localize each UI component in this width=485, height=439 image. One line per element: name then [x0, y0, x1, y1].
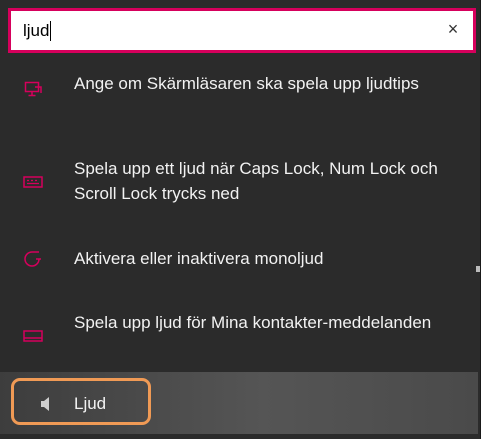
result-label: Spela upp ett ljud när Caps Lock, Num Lo…: [74, 159, 438, 203]
text-caret: [50, 20, 52, 41]
clear-search-button[interactable]: ×: [441, 17, 465, 41]
search-input-value: ljud: [23, 20, 50, 40]
result-item-sound[interactable]: Ljud: [0, 372, 478, 434]
speaker-icon: [34, 393, 56, 415]
result-label: Aktivera eller inaktivera monoljud: [74, 249, 324, 268]
ease-of-access-icon: [22, 247, 44, 269]
close-icon: ×: [447, 19, 459, 39]
search-box[interactable]: ljud ×: [8, 8, 476, 53]
search-results-list: Ange om Skärmläsaren ska spela upp ljudt…: [8, 53, 476, 372]
taskbar-icon: [22, 325, 44, 347]
result-label: Ljud: [74, 394, 107, 413]
result-item-toggle-keys-sound[interactable]: Spela upp ett ljud när Caps Lock, Num Lo…: [8, 134, 476, 226]
result-item-mono-audio[interactable]: Aktivera eller inaktivera monoljud: [8, 226, 476, 290]
result-label: Ange om Skärmläsaren ska spela upp ljudt…: [74, 74, 419, 93]
result-item-screen-reader-sound-tips[interactable]: Ange om Skärmläsaren ska spela upp ljudt…: [8, 53, 476, 134]
search-input[interactable]: ljud: [23, 11, 423, 50]
scrollbar-edge-marker: [476, 266, 480, 272]
settings-search-panel: ljud × Ange om Skärmläsaren ska spela up…: [0, 0, 481, 439]
result-label: Spela upp ljud för Mina kontakter-meddel…: [74, 313, 432, 332]
result-item-my-people-sounds[interactable]: Spela upp ljud för Mina kontakter-meddel…: [8, 290, 476, 372]
screen-reader-icon: [22, 78, 44, 100]
keyboard-icon: [22, 171, 44, 193]
